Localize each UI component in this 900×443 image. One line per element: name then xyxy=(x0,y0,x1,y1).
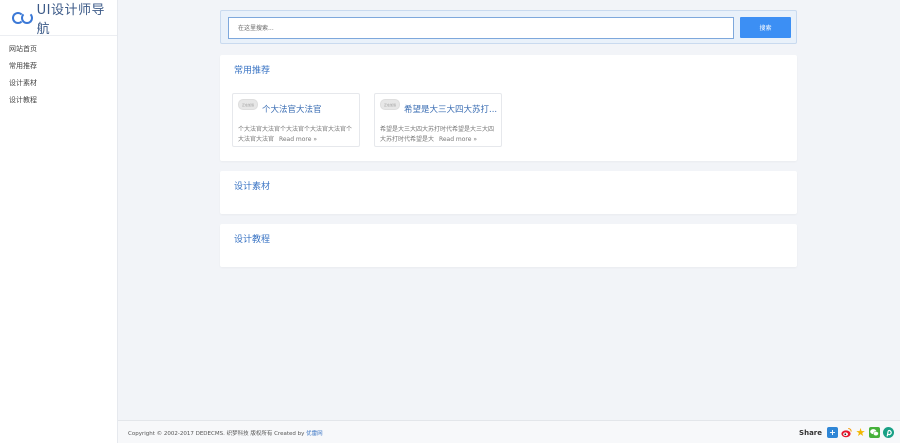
section-title: 常用推荐 xyxy=(234,66,271,76)
card-description: 个大法官大法官个大法官个大法官大法官个大法官大法官 Read more » xyxy=(238,125,356,145)
article-card[interactable]: 正在加载 个大法官大法官 个大法官大法官个大法官个大法官大法官个大法官大法官 R… xyxy=(232,93,360,147)
share-label: Share xyxy=(799,428,822,437)
weibo-icon[interactable] xyxy=(841,427,852,438)
share-bar: Share + ★ xyxy=(799,427,894,438)
read-more-link[interactable]: Read more » xyxy=(279,136,317,143)
search-bar: 搜索 xyxy=(220,10,797,44)
sidebar-item-design-tutorials[interactable]: 设计教程 xyxy=(0,92,117,109)
search-button[interactable]: 搜索 xyxy=(740,17,791,38)
footer-link[interactable]: 优雷网 xyxy=(306,431,323,437)
pinterest-icon[interactable] xyxy=(883,427,894,438)
logo-mark-icon xyxy=(12,11,34,25)
copyright: Copyright © 2002-2017 DEDECMS. 织梦科技 版权所有… xyxy=(128,429,323,437)
section-title: 设计教程 xyxy=(234,235,271,245)
section-design-tutorials: 设计教程 xyxy=(220,224,797,267)
sidebar-item-design-materials[interactable]: 设计素材 xyxy=(0,75,117,92)
card-thumbnail: 正在加载 xyxy=(238,99,258,110)
section-recommended: 常用推荐 正在加载 个大法官大法官 个大法官大法官个大法官个大法官大法官个大法官… xyxy=(220,55,797,161)
logo-text: UI设计师导航 xyxy=(36,2,105,37)
sidebar: UI设计师导航 网站首页 常用推荐 设计素材 设计教程 xyxy=(0,0,118,443)
footer: Copyright © 2002-2017 DEDECMS. 织梦科技 版权所有… xyxy=(118,420,900,443)
card-title[interactable]: 个大法官大法官 xyxy=(262,103,358,115)
sidebar-nav: 网站首页 常用推荐 设计素材 设计教程 xyxy=(0,36,117,109)
copyright-text: Copyright © 2002-2017 DEDECMS. 织梦科技 版权所有… xyxy=(128,431,305,437)
card-thumbnail: 正在加载 xyxy=(380,99,400,110)
read-more-link[interactable]: Read more » xyxy=(439,136,477,143)
sidebar-item-recommended[interactable]: 常用推荐 xyxy=(0,58,117,75)
star-icon[interactable]: ★ xyxy=(855,427,866,438)
card-title[interactable]: 希望是大三大四大苏打... xyxy=(404,103,500,115)
card-description: 希望是大三大四大苏打时代希望是大三大四大苏打时代希望是大 Read more » xyxy=(380,125,498,145)
section-design-materials: 设计素材 xyxy=(220,171,797,214)
section-title: 设计素材 xyxy=(234,182,271,192)
article-card[interactable]: 正在加载 希望是大三大四大苏打... 希望是大三大四大苏打时代希望是大三大四大苏… xyxy=(374,93,502,147)
sidebar-item-home[interactable]: 网站首页 xyxy=(0,41,117,58)
search-input[interactable] xyxy=(228,17,734,39)
plus-icon[interactable]: + xyxy=(827,427,838,438)
logo[interactable]: UI设计师导航 xyxy=(0,0,117,37)
wechat-icon[interactable] xyxy=(869,427,880,438)
main-content: 搜索 常用推荐 正在加载 个大法官大法官 个大法官大法官个大法官个大法官大法官个… xyxy=(118,0,900,420)
